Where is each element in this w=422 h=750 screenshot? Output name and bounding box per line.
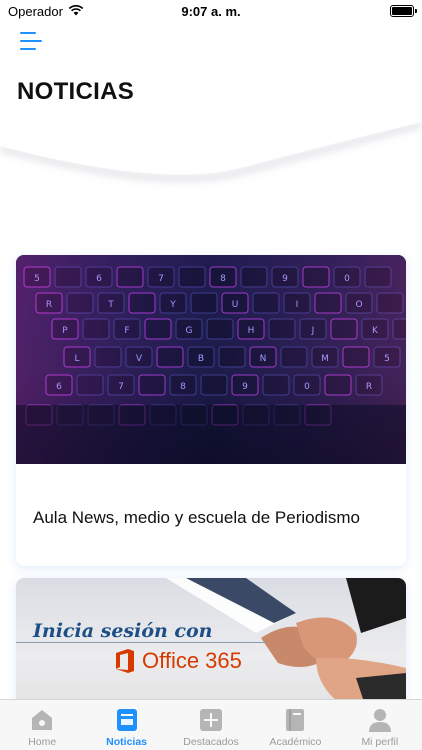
app-screen: Operador 9:07 a. m. NOTICIAS Aula News, … bbox=[0, 0, 422, 750]
news-card-image: 567890RTYUIOPFGHJKLVBNM567890R bbox=[16, 255, 406, 464]
banner-divider bbox=[16, 642, 266, 643]
page-title: NOTICIAS bbox=[17, 78, 135, 105]
keyboard-photo: 567890RTYUIOPFGHJKLVBNM567890R bbox=[16, 255, 406, 464]
office-logo-icon bbox=[116, 649, 134, 673]
office-brand-text: Office 365 bbox=[142, 648, 242, 673]
office365-logo: Office 365 bbox=[114, 648, 242, 674]
tab-bar: Home Noticias Destacados Académico Mi pe… bbox=[0, 699, 422, 750]
newspaper-icon bbox=[114, 707, 140, 733]
status-left: Operador bbox=[8, 4, 84, 19]
tab-home[interactable]: Home bbox=[0, 700, 84, 750]
tab-label: Noticias bbox=[106, 736, 148, 748]
handshake-photo bbox=[166, 578, 406, 708]
tab-label: Académico bbox=[269, 736, 322, 748]
battery-fill bbox=[392, 7, 412, 15]
carrier-label: Operador bbox=[8, 3, 63, 19]
news-card-title: Aula News, medio y escuela de Periodismo bbox=[33, 508, 360, 527]
header-wave-divider bbox=[0, 110, 422, 182]
news-card[interactable]: 567890RTYUIOPFGHJKLVBNM567890R Aula News… bbox=[16, 255, 406, 566]
wifi-icon bbox=[68, 4, 84, 19]
battery-icon bbox=[390, 5, 417, 17]
tab-academico[interactable]: Académico bbox=[253, 700, 337, 750]
book-icon bbox=[282, 707, 308, 733]
tab-noticias[interactable]: Noticias bbox=[84, 700, 168, 750]
news-card-image: Inicia sesión con Office 365 bbox=[16, 578, 406, 708]
tab-mi-perfil[interactable]: Mi perfil bbox=[338, 700, 422, 750]
banner-text: Inicia sesión con bbox=[33, 620, 213, 642]
tab-destacados[interactable]: Destacados bbox=[169, 700, 253, 750]
tab-label: Home bbox=[28, 736, 57, 748]
tab-label: Destacados bbox=[183, 736, 239, 748]
hamburger-menu-icon[interactable] bbox=[20, 32, 42, 50]
plus-square-icon bbox=[198, 707, 224, 733]
user-icon bbox=[367, 707, 393, 733]
home-icon bbox=[29, 707, 55, 733]
tab-label: Mi perfil bbox=[361, 736, 399, 748]
news-card[interactable]: Inicia sesión con Office 365 bbox=[16, 578, 406, 708]
status-bar: Operador 9:07 a. m. bbox=[0, 0, 422, 22]
